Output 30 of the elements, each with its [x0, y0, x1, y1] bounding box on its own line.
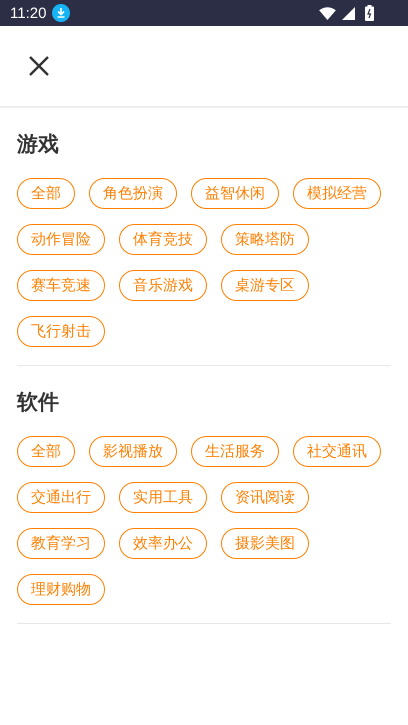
download-icon [52, 4, 70, 22]
wifi-icon [319, 6, 336, 20]
signal-icon [342, 6, 355, 20]
category-tag[interactable]: 教育学习 [17, 528, 105, 559]
category-tag[interactable]: 音乐游戏 [119, 270, 207, 301]
close-icon [28, 55, 50, 77]
category-tag[interactable]: 全部 [17, 178, 75, 209]
category-tag[interactable]: 飞行射击 [17, 316, 105, 347]
category-tag[interactable]: 效率办公 [119, 528, 207, 559]
category-tag[interactable]: 赛车竞速 [17, 270, 105, 301]
category-tag[interactable]: 体育竞技 [119, 224, 207, 255]
category-tag[interactable]: 实用工具 [119, 482, 207, 513]
category-tag[interactable]: 模拟经营 [293, 178, 381, 209]
category-tag[interactable]: 理财购物 [17, 574, 105, 605]
category-tag[interactable]: 全部 [17, 436, 75, 467]
category-tag[interactable]: 交通出行 [17, 482, 105, 513]
section-title: 软件 [17, 389, 60, 416]
category-tag[interactable]: 影视播放 [89, 436, 177, 467]
category-tag[interactable]: 动作冒险 [17, 224, 105, 255]
category-tag[interactable]: 桌游专区 [221, 270, 309, 301]
category-tag[interactable]: 摄影美图 [221, 528, 309, 559]
category-tag[interactable]: 角色扮演 [89, 178, 177, 209]
category-tag[interactable]: 社交通讯 [293, 436, 381, 467]
category-tag[interactable]: 生活服务 [191, 436, 279, 467]
category-tag[interactable]: 策略塔防 [221, 224, 309, 255]
category-tag[interactable]: 资讯阅读 [221, 482, 309, 513]
category-tag[interactable]: 益智休闲 [191, 178, 279, 209]
section-title: 游戏 [17, 131, 60, 158]
status-time: 11:20 [10, 4, 46, 22]
battery-icon [365, 5, 374, 21]
